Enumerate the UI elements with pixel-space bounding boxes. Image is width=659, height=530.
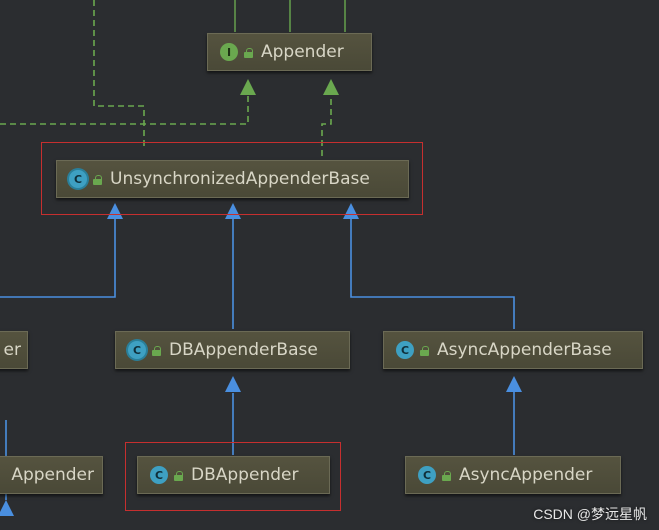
node-label: AsyncAppenderBase bbox=[437, 340, 612, 360]
arrowhead-leftmost bbox=[0, 500, 14, 516]
lock-icon bbox=[152, 345, 161, 356]
node-label: er bbox=[3, 340, 21, 360]
lock-icon bbox=[244, 47, 253, 58]
node-label: Appender bbox=[261, 42, 344, 62]
class-icon: C bbox=[396, 341, 414, 359]
extends-edge-asyncbase bbox=[350, 215, 515, 329]
abstract-class-icon: C bbox=[128, 341, 146, 359]
node-label: Appender bbox=[11, 465, 94, 485]
node-appender[interactable]: I Appender bbox=[207, 33, 372, 71]
implements-edge-outer bbox=[93, 0, 145, 148]
node-partial-left-top[interactable]: er bbox=[0, 331, 28, 369]
class-icon: C bbox=[418, 466, 436, 484]
implements-edge-left bbox=[0, 92, 249, 125]
interface-icon: I bbox=[220, 43, 238, 61]
extends-edge-left bbox=[0, 215, 116, 298]
node-db-appender-base[interactable]: C DBAppenderBase bbox=[115, 331, 350, 369]
node-label: DBAppenderBase bbox=[169, 340, 318, 360]
highlight-box-unsync bbox=[41, 142, 423, 215]
lock-icon bbox=[420, 345, 429, 356]
node-label: AsyncAppender bbox=[459, 465, 593, 485]
node-async-appender[interactable]: C AsyncAppender bbox=[405, 456, 621, 494]
watermark: CSDN @梦远星帆 bbox=[533, 506, 647, 522]
node-async-appender-base[interactable]: C AsyncAppenderBase bbox=[383, 331, 643, 369]
arrowhead-appender-left bbox=[240, 79, 256, 95]
node-partial-left-bottom[interactable]: Appender bbox=[0, 456, 103, 494]
arrowhead-asyncbase bbox=[506, 376, 522, 392]
highlight-box-dbappender bbox=[125, 442, 341, 511]
arrowhead-appender-right bbox=[323, 79, 339, 95]
lock-icon bbox=[442, 470, 451, 481]
arrowhead-dbbase bbox=[225, 376, 241, 392]
